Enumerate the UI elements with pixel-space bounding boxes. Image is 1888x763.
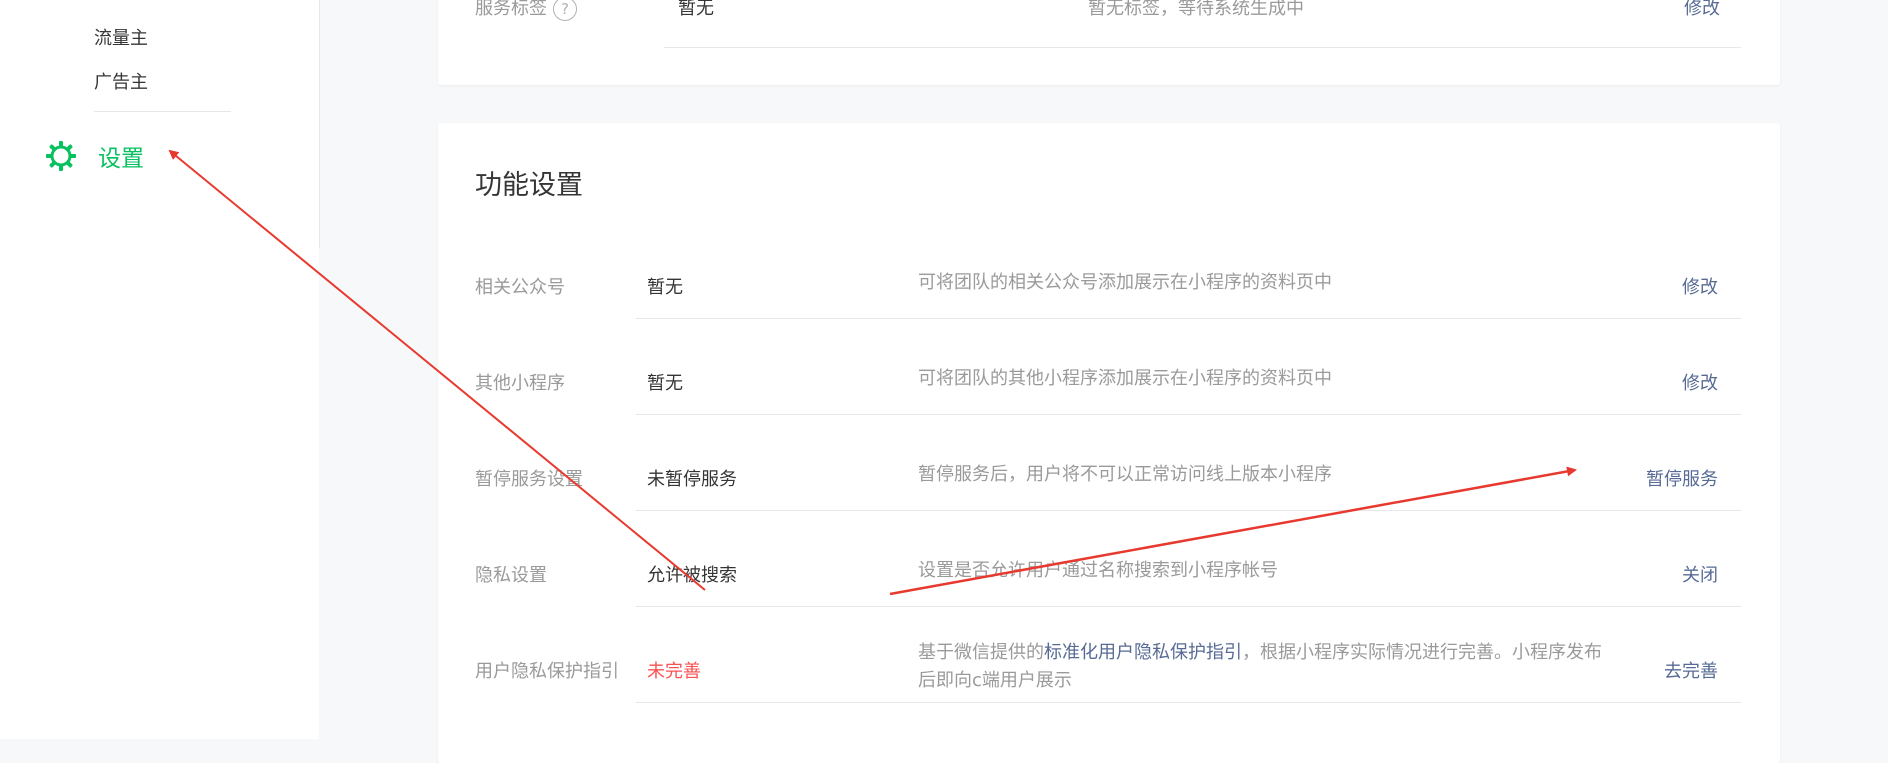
edit-related-account-link[interactable]: 修改	[1682, 273, 1718, 299]
service-tag-label: 服务标签?	[475, 0, 577, 21]
desc-prefix: 基于微信提供的	[918, 642, 1044, 663]
row-value: 未暂停服务	[647, 469, 737, 490]
service-tag-edit-link[interactable]: 修改	[1684, 0, 1720, 20]
row-value: 允许被搜索	[647, 565, 737, 586]
row-label: 相关公众号	[475, 277, 565, 298]
sidebar-item-settings[interactable]: 设置	[44, 138, 144, 174]
sidebar-border	[319, 0, 320, 248]
edit-other-miniprograms-link[interactable]: 修改	[1682, 369, 1718, 395]
service-tag-label-text: 服务标签	[475, 0, 547, 19]
row-divider	[636, 414, 1741, 415]
row-value: 暂无	[647, 277, 683, 298]
help-icon[interactable]: ?	[553, 0, 577, 21]
pause-service-link[interactable]: 暂停服务	[1646, 465, 1718, 491]
row-desc: 可将团队的其他小程序添加展示在小程序的资料页中	[918, 368, 1332, 389]
row-divider	[636, 510, 1741, 511]
sidebar-item-advertiser[interactable]: 广告主	[94, 68, 148, 94]
row-divider	[636, 606, 1741, 607]
gear-icon	[44, 139, 78, 173]
privacy-guide-link[interactable]: 标准化用户隐私保护指引	[1044, 642, 1242, 663]
row-divider	[636, 318, 1741, 319]
sidebar-settings-label: 设置	[98, 146, 144, 172]
row-value: 暂无	[647, 373, 683, 394]
service-tag-desc: 暂无标签，等待系统生成中	[1088, 0, 1304, 19]
row-label: 用户隐私保护指引	[475, 661, 619, 682]
service-tag-value: 暂无	[678, 0, 714, 19]
section-title: 功能设置	[475, 170, 583, 201]
sidebar: 流量主 广告主 设置	[0, 0, 319, 739]
row-desc: 暂停服务后，用户将不可以正常访问线上版本小程序	[918, 464, 1332, 485]
row-value-incomplete: 未完善	[647, 661, 701, 682]
sidebar-divider	[94, 111, 231, 112]
row-label: 隐私设置	[475, 565, 547, 586]
row-desc: 设置是否允许用户通过名称搜索到小程序帐号	[918, 560, 1278, 581]
row-label: 其他小程序	[475, 373, 565, 394]
sidebar-item-traffic-owner[interactable]: 流量主	[94, 24, 148, 50]
row-desc: 基于微信提供的标准化用户隐私保护指引，根据小程序实际情况进行完善。小程序发布后即…	[918, 639, 1608, 695]
close-search-link[interactable]: 关闭	[1682, 561, 1718, 587]
row-label: 暂停服务设置	[475, 469, 583, 490]
row-divider	[636, 702, 1741, 703]
row-desc: 可将团队的相关公众号添加展示在小程序的资料页中	[918, 272, 1332, 293]
row-divider	[664, 47, 1741, 48]
complete-privacy-guide-link[interactable]: 去完善	[1664, 657, 1718, 683]
function-settings-card: 功能设置 相关公众号 暂无 可将团队的相关公众号添加展示在小程序的资料页中 修改…	[438, 123, 1780, 763]
service-info-card: 服务标签? 暂无 暂无标签，等待系统生成中 修改	[438, 0, 1780, 85]
